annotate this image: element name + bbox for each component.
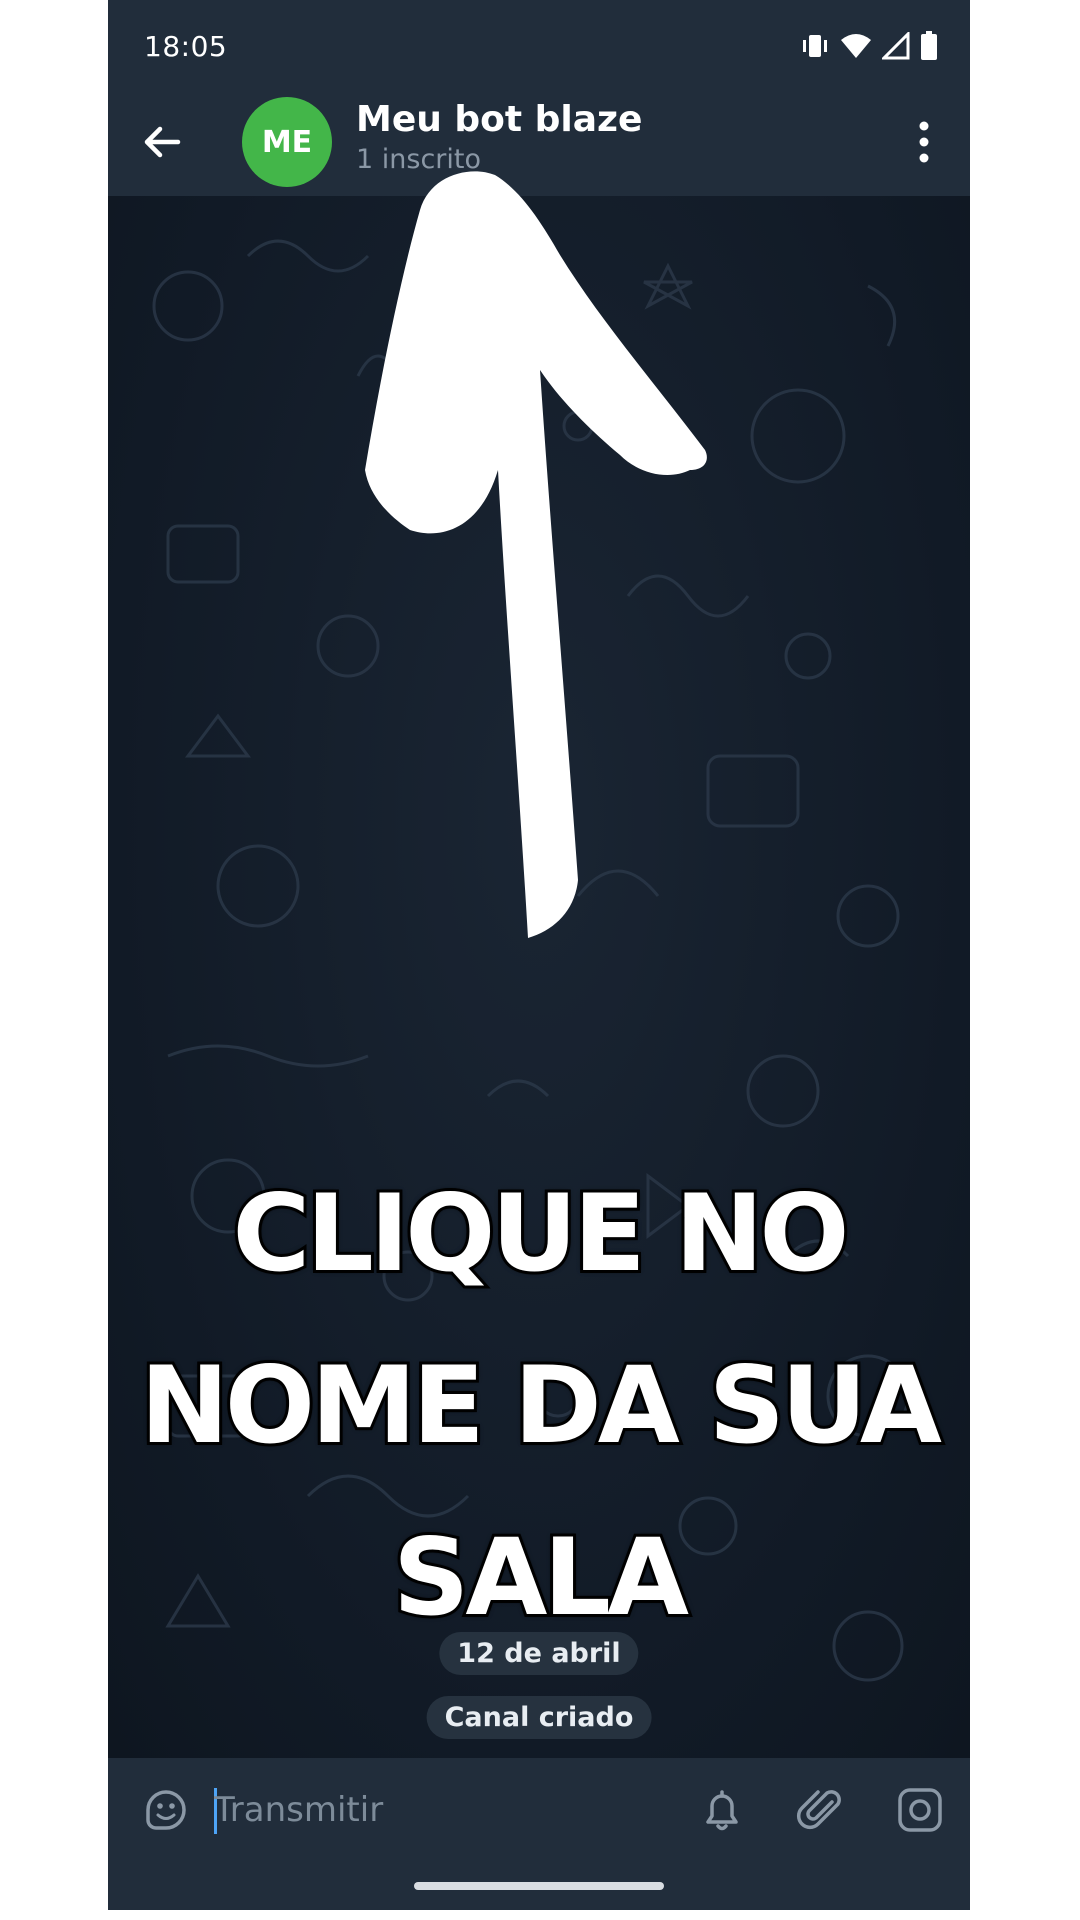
avatar[interactable]: ME xyxy=(242,97,332,187)
status-bar: 18:05 xyxy=(108,0,970,88)
instruction-text: CLIQUE NO NOME DA SUA SALA xyxy=(137,1169,945,1642)
service-message: Canal criado xyxy=(426,1696,652,1739)
signal-icon xyxy=(882,32,910,60)
bell-icon[interactable] xyxy=(696,1784,748,1836)
status-time: 18:05 xyxy=(144,30,228,63)
navigation-bar xyxy=(108,1862,970,1910)
chat-title-button[interactable]: Meu bot blaze 1 inscrito xyxy=(356,98,642,178)
sticker-icon[interactable] xyxy=(140,1784,192,1836)
chat-subtitle: 1 inscrito xyxy=(356,144,481,175)
home-indicator[interactable] xyxy=(414,1882,664,1890)
paperclip-icon[interactable] xyxy=(796,1784,848,1836)
chat-title[interactable]: Meu bot blaze xyxy=(356,98,642,142)
more-vertical-icon[interactable] xyxy=(910,116,938,168)
back-arrow-icon[interactable] xyxy=(138,118,186,166)
input-bar xyxy=(108,1758,970,1862)
message-input[interactable] xyxy=(214,1780,684,1840)
status-icons xyxy=(800,30,938,62)
chat-header: ME Meu bot blaze 1 inscrito xyxy=(108,88,970,196)
camera-icon[interactable] xyxy=(894,1784,946,1836)
vibrate-icon xyxy=(803,35,827,57)
wifi-icon xyxy=(841,34,871,58)
battery-icon xyxy=(921,31,937,60)
